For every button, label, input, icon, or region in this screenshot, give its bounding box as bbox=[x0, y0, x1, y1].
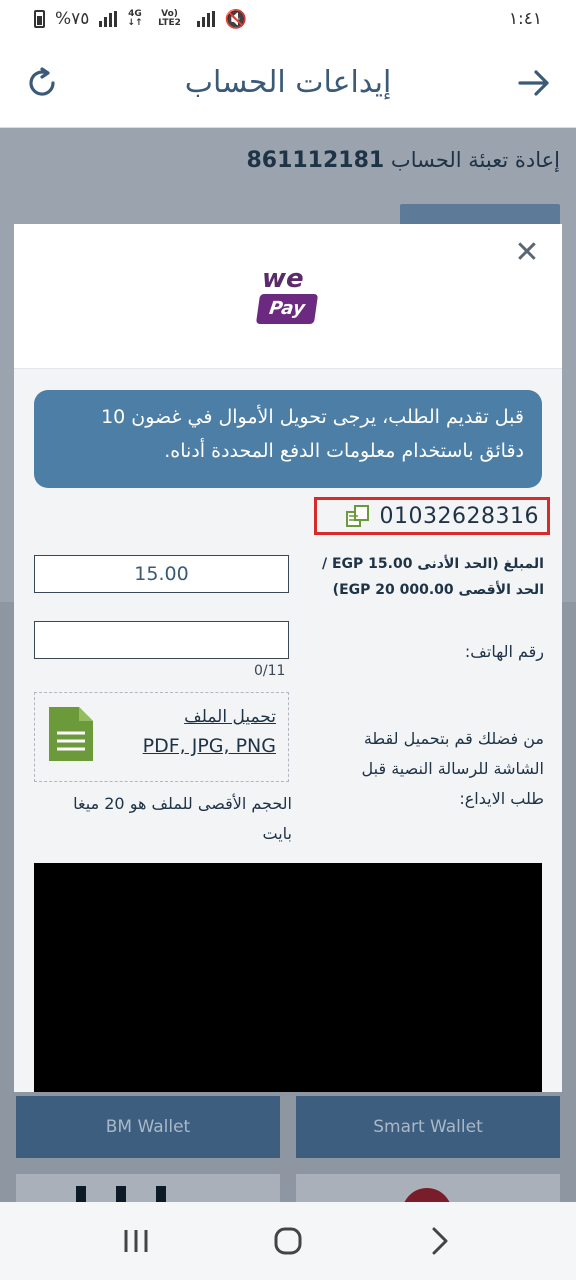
refresh-icon[interactable] bbox=[22, 63, 62, 103]
battery-percent: %٧٥ bbox=[55, 9, 90, 29]
close-icon[interactable]: ✕ bbox=[512, 238, 542, 268]
arrow-right-icon[interactable] bbox=[514, 63, 554, 103]
clock: ١:٤١ bbox=[508, 9, 542, 29]
upload-file-link[interactable]: تحميل الملف PDF, JPG, PNG bbox=[143, 707, 276, 757]
payment-phone-number[interactable]: 01032628316 bbox=[380, 504, 539, 529]
screenshot-preview bbox=[34, 863, 542, 1092]
modal-body: قبل تقديم الطلب، يرجى تحويل الأموال في غ… bbox=[14, 369, 562, 1092]
status-bar: %٧٥ 4G ↓↑ Vo) LTE2 🔇 ١:٤١ bbox=[0, 0, 576, 38]
signal-icon bbox=[99, 11, 118, 27]
home-icon[interactable] bbox=[258, 1211, 318, 1271]
account-number: 861112181 bbox=[246, 148, 385, 173]
account-reload-label: إعادة تعبئة الحساب 861112181 bbox=[246, 148, 560, 173]
copy-icon[interactable] bbox=[345, 504, 371, 528]
upload-instruction: من فضلك قم بتحميل لقطة الشاشة للرسالة ال… bbox=[361, 729, 544, 808]
max-file-size-note: الحجم الأقصى للملف هو 20 ميغا بايت bbox=[73, 794, 292, 843]
recent-apps-icon[interactable] bbox=[106, 1211, 166, 1271]
battery-icon bbox=[34, 10, 45, 28]
transfer-notice: قبل تقديم الطلب، يرجى تحويل الأموال في غ… bbox=[34, 390, 542, 488]
lte-icon: Vo) LTE2 bbox=[158, 9, 181, 28]
wepay-logo: we Pay bbox=[254, 264, 319, 328]
app-header: إيداعات الحساب bbox=[0, 38, 576, 128]
system-navigation-bar bbox=[0, 1202, 576, 1280]
phone-char-count: 0/11 bbox=[254, 663, 286, 679]
smart-wallet-button[interactable]: Smart Wallet bbox=[296, 1096, 560, 1158]
phone-input[interactable] bbox=[34, 621, 289, 659]
deposit-modal: we Pay ✕ قبل تقديم الطلب، يرجى تحويل الأ… bbox=[14, 224, 562, 1092]
back-chevron-icon[interactable] bbox=[410, 1211, 470, 1271]
status-indicators: %٧٥ 4G ↓↑ Vo) LTE2 🔇 bbox=[34, 9, 247, 30]
phone-label: رقم الهاتف: bbox=[464, 642, 544, 661]
mute-icon: 🔇 bbox=[224, 8, 247, 30]
bm-wallet-button[interactable]: BM Wallet bbox=[16, 1096, 280, 1158]
amount-label: المبلغ (الحد الأدنى EGP 15.00 / الحد الأ… bbox=[321, 556, 544, 598]
signal-icon-2 bbox=[196, 11, 215, 27]
payment-phone-box: 01032628316 bbox=[314, 497, 550, 535]
modal-header: we Pay ✕ bbox=[14, 224, 562, 369]
file-upload-zone[interactable]: تحميل الملف PDF, JPG, PNG bbox=[34, 692, 289, 782]
network-type: 4G ↓↑ bbox=[127, 9, 143, 28]
file-icon bbox=[47, 705, 95, 763]
amount-input[interactable]: 15.00 bbox=[34, 555, 289, 593]
page-title: إيداعات الحساب bbox=[184, 65, 392, 100]
